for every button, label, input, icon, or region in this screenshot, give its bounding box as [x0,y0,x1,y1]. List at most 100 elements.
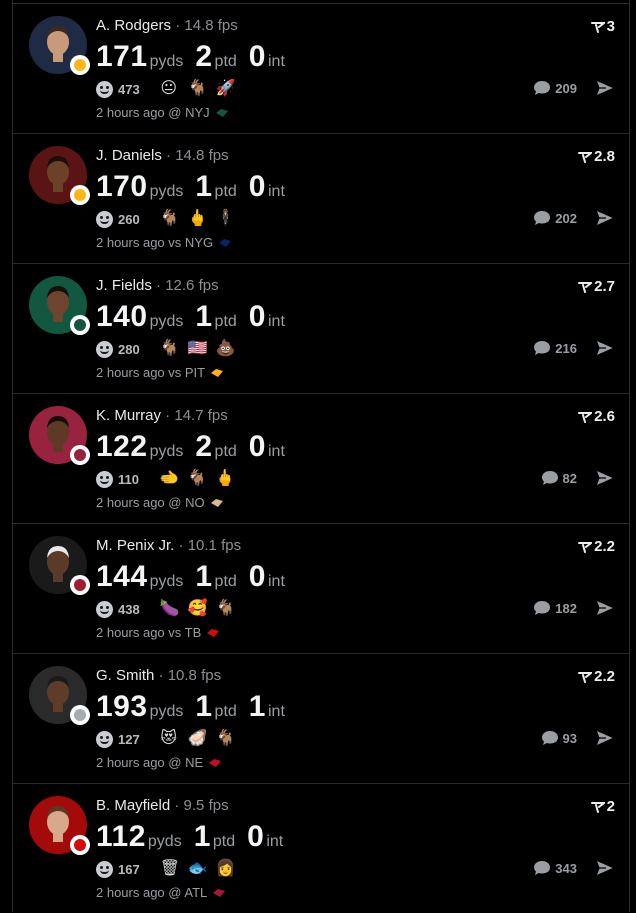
score-display[interactable]: 2.2 [578,668,615,685]
score-display[interactable]: 2.6 [578,408,615,425]
team-logo-icon [69,314,91,336]
touchdowns-unit: ptd [214,443,237,460]
smiley-icon[interactable] [96,210,113,228]
interceptions-unit: int [267,53,285,70]
reaction-emoji[interactable]: 🐐 [216,600,236,618]
touchdowns-value: 1 [195,300,213,333]
comments-button[interactable]: 182 [533,600,577,616]
reaction-emoji[interactable]: 🐐 [160,340,180,358]
comments-button[interactable]: 343 [533,860,577,876]
fantasy-points: · 14.8 fps [161,147,229,164]
stat-line: 170 pyds 1 ptd 0 int [96,170,285,204]
share-button[interactable] [594,858,616,882]
player-name[interactable]: B. Mayfield [96,797,170,814]
reaction-emoji[interactable]: 💩 [216,340,236,358]
touchdowns-unit: ptd [214,703,237,720]
score-arrow-icon [578,541,593,553]
smiley-icon[interactable] [96,470,113,488]
share-button[interactable] [594,338,616,362]
touchdowns-unit: ptd [214,183,237,200]
post-card[interactable]: J. Fields · 12.6 fps 140 pyds 1 ptd 0 int 2… [13,263,629,393]
fantasy-points: · 12.6 fps [151,277,219,294]
post-card[interactable]: M. Penix Jr. · 10.1 fps 144 pyds 1 ptd 0 in… [13,523,629,653]
score-display[interactable]: 2.7 [578,278,615,295]
share-button[interactable] [594,728,616,752]
smiley-icon[interactable] [96,600,113,618]
player-name[interactable]: G. Smith [96,667,154,684]
reaction-emoji[interactable]: 🦪 [188,730,208,748]
post-card[interactable]: G. Smith · 10.8 fps 193 pyds 1 ptd 1 int 12… [13,653,629,783]
stat-line: 122 pyds 2 ptd 0 int [96,430,285,464]
reaction-emoji[interactable]: 🕴 [216,210,236,228]
smiley-icon[interactable] [96,860,113,878]
comments-button[interactable]: 216 [533,340,577,356]
game-info: 2 hours ago vs TB [96,625,220,640]
reaction-emoji[interactable]: 🐐 [188,80,208,98]
post-card[interactable]: A. Rodgers · 14.8 fps 171 pyds 2 ptd 0 int … [13,3,629,133]
share-button[interactable] [594,598,616,622]
score-value: 2.2 [594,538,615,555]
reactions-row: 167 🗑 🐟 👩 [96,860,236,878]
stat-line: 140 pyds 1 ptd 0 int [96,300,285,334]
passing-yards-value: 193 [96,690,148,723]
reaction-count: 438 [118,601,140,617]
player-header: J. Fields · 12.6 fps [96,277,219,294]
player-name[interactable]: J. Fields [96,277,152,294]
post-card[interactable]: J. Daniels · 14.8 fps 170 pyds 1 ptd 0 int … [13,133,629,263]
share-button[interactable] [594,208,616,232]
opponent-logo-icon [212,888,226,898]
touchdowns-unit: ptd [214,313,237,330]
smiley-icon[interactable] [96,340,113,358]
reaction-emoji[interactable]: 🥰 [188,600,208,618]
reaction-emoji[interactable]: 🫲 [159,470,179,488]
player-name[interactable]: M. Penix Jr. [96,537,174,554]
score-display[interactable]: 3 [590,18,615,35]
post-card[interactable]: B. Mayfield · 9.5 fps 112 pyds 1 ptd 0 int … [13,783,629,913]
reaction-emoji[interactable]: 😐 [160,80,178,98]
comments-button[interactable]: 93 [541,730,577,746]
score-value: 2.6 [594,408,615,425]
share-button[interactable] [594,78,616,102]
comment-bubble-icon [534,861,551,875]
reaction-emoji[interactable]: 🐐 [160,210,180,228]
game-time-opponent: 2 hours ago @ NYJ [96,105,210,120]
reaction-emoji[interactable]: 🐟 [188,860,208,878]
smiley-icon[interactable] [96,80,113,98]
reaction-emoji[interactable]: 🖕 [215,470,235,488]
touchdowns-value: 1 [193,820,211,853]
reaction-emoji[interactable]: 👩 [216,860,236,878]
player-name[interactable]: A. Rodgers [96,17,171,34]
comments-button[interactable]: 209 [533,80,577,96]
fantasy-points: · 14.8 fps [171,17,238,34]
opponent-logo-icon [208,758,222,768]
reaction-emoji[interactable]: 🍆 [160,600,180,618]
share-button[interactable] [594,468,616,492]
post-card[interactable]: K. Murray · 14.7 fps 122 pyds 2 ptd 0 int 1… [13,393,629,523]
player-name[interactable]: J. Daniels [96,147,162,164]
score-display[interactable]: 2.2 [578,538,615,555]
stat-line: 171 pyds 2 ptd 0 int [96,40,285,74]
team-logo-icon [69,574,91,596]
share-arrow-icon [594,78,616,98]
comments-button[interactable]: 82 [541,470,577,486]
reaction-emoji[interactable]: 😻 [160,730,178,748]
reactions-row: 438 🍆 🥰 🐐 [96,600,236,618]
score-value: 2.7 [594,278,615,295]
reaction-emoji[interactable]: 🖕 [188,210,208,228]
score-display[interactable]: 2 [590,798,615,815]
reaction-emoji[interactable]: 🚀 [216,80,236,98]
reactions-row: 260 🐐 🖕 🕴 [96,210,236,228]
player-name[interactable]: K. Murray [96,407,161,424]
touchdowns-value: 1 [195,170,213,203]
reaction-emoji[interactable]: 🐐 [216,730,236,748]
fantasy-points: · 10.8 fps [154,667,222,684]
passing-yards-unit: pyds [149,183,184,200]
score-display[interactable]: 2.8 [578,148,615,165]
comments-button[interactable]: 202 [533,210,577,226]
reaction-emoji[interactable]: 🇺🇸 [188,340,208,358]
reaction-emoji[interactable]: 🐐 [187,470,207,488]
comment-bubble-icon [534,211,551,225]
smiley-icon[interactable] [96,730,113,748]
reaction-emoji[interactable]: 🗑 [160,860,180,878]
interceptions-value: 0 [248,40,266,73]
